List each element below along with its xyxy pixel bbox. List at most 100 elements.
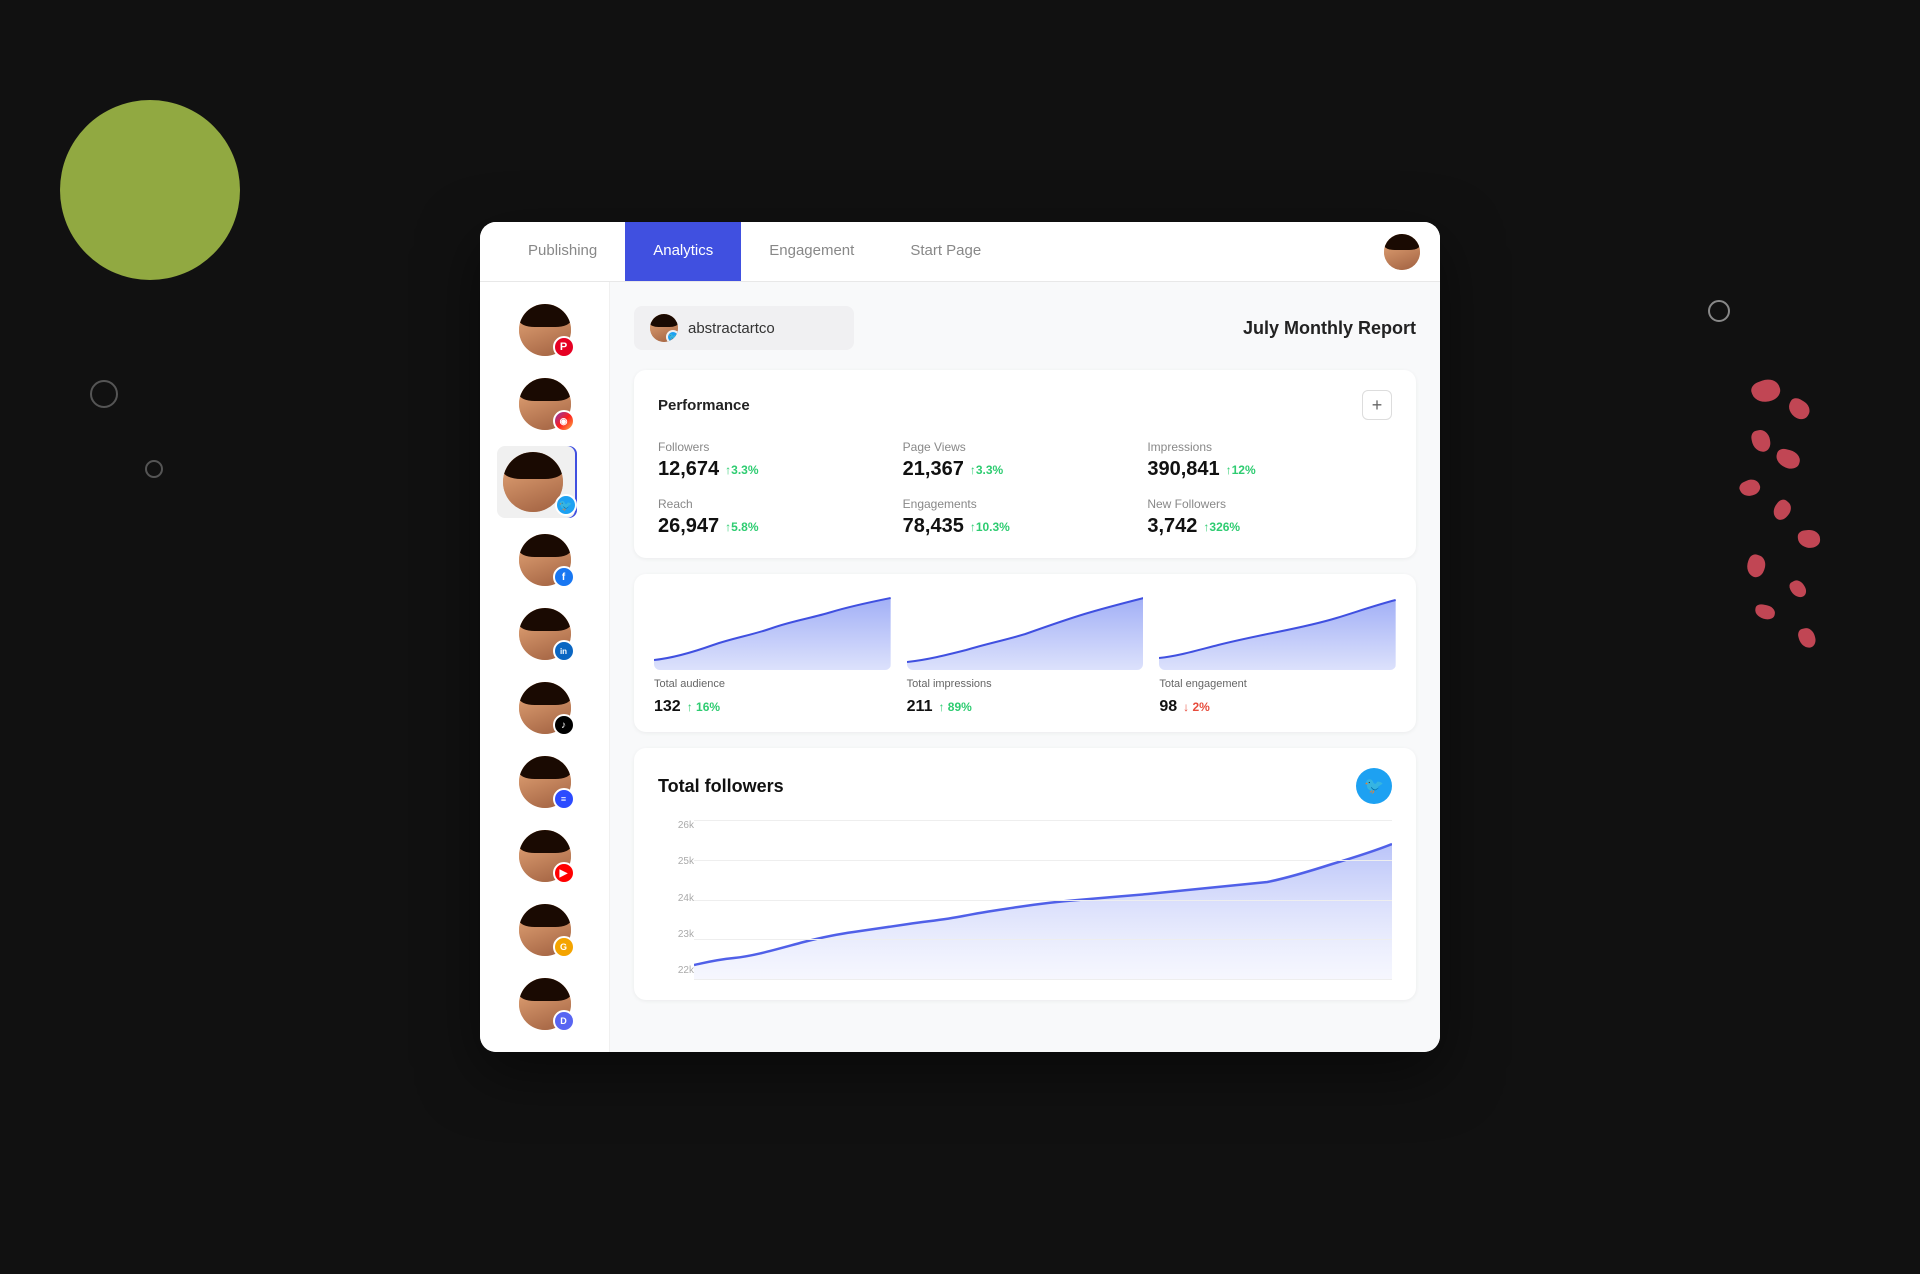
y-label-25k: 25k	[658, 856, 694, 867]
mini-chart-audience-label: Total audience	[654, 678, 891, 690]
top-nav: Publishing Analytics Engagement Start Pa…	[480, 222, 1440, 282]
mini-chart-impressions-change: ↑ 89%	[938, 700, 971, 714]
sidebar: P ◉ 🐦 f in	[480, 282, 610, 1052]
badge-linkedin: in	[553, 640, 575, 662]
mini-chart-impressions: Total impressions 211 ↑ 89%	[907, 590, 1144, 716]
account-twitter-indicator: 🐦	[666, 330, 678, 342]
metric-new-followers: New Followers 3,742 ↑326%	[1147, 497, 1392, 538]
sidebar-item-twitter[interactable]: 🐦	[497, 446, 577, 518]
badge-discord: D	[553, 1010, 575, 1032]
metric-new-followers-change: ↑326%	[1203, 520, 1240, 534]
bg-circle-1	[90, 380, 118, 408]
followers-chart-svg	[694, 820, 1392, 980]
mini-chart-impressions-label: Total impressions	[907, 678, 1144, 690]
sidebar-item-discord[interactable]: D	[513, 972, 577, 1036]
mini-chart-engagement-label: Total engagement	[1159, 678, 1396, 690]
mini-chart-engagement-change: ↓ 2%	[1183, 700, 1210, 714]
metric-reach-label: Reach	[658, 497, 903, 511]
metric-engagements: Engagements 78,435 ↑10.3%	[903, 497, 1148, 538]
badge-instagram: ◉	[553, 410, 575, 432]
mini-chart-impressions-value: 211	[907, 698, 933, 716]
metric-pageviews-label: Page Views	[903, 440, 1148, 454]
tab-publishing[interactable]: Publishing	[500, 222, 625, 282]
badge-tiktok: ♪	[553, 714, 575, 736]
badge-pinterest: P	[553, 336, 575, 358]
metric-new-followers-label: New Followers	[1147, 497, 1392, 511]
y-label-24k: 24k	[658, 893, 694, 904]
followers-chart-area	[694, 820, 1392, 980]
mini-chart-impressions-area	[907, 590, 1144, 670]
metric-followers-value: 12,674	[658, 458, 719, 481]
mini-chart-audience: Total audience 132 ↑ 16%	[654, 590, 891, 716]
account-name: abstractartco	[688, 320, 775, 337]
metric-followers: Followers 12,674 ↑3.3%	[658, 440, 903, 481]
metric-impressions-change: ↑12%	[1226, 463, 1256, 477]
mini-chart-engagement-area	[1159, 590, 1396, 670]
account-row: 🐦 abstractartco July Monthly Report	[634, 306, 1416, 350]
metric-new-followers-value: 3,742	[1147, 515, 1197, 538]
app-container: Publishing Analytics Engagement Start Pa…	[480, 222, 1440, 1052]
sidebar-item-pinterest[interactable]: P	[513, 298, 577, 362]
mini-chart-audience-value: 132	[654, 698, 681, 716]
y-label-22k: 22k	[658, 965, 694, 976]
metric-engagements-change: ↑10.3%	[970, 520, 1010, 534]
sidebar-item-facebook[interactable]: f	[513, 528, 577, 592]
mini-chart-engagement-value: 98	[1159, 698, 1177, 716]
twitter-icon-badge: 🐦	[1356, 768, 1392, 804]
metric-engagements-value: 78,435	[903, 515, 964, 538]
account-selector[interactable]: 🐦 abstractartco	[634, 306, 854, 350]
badge-youtube: ▶	[553, 862, 575, 884]
metric-engagements-label: Engagements	[903, 497, 1148, 511]
badge-facebook: f	[553, 566, 575, 588]
mini-chart-audience-area	[654, 590, 891, 670]
main-layout: P ◉ 🐦 f in	[480, 282, 1440, 1052]
account-avatar-img: 🐦	[650, 314, 678, 342]
bg-circle-2	[145, 460, 163, 478]
sidebar-item-instagram[interactable]: ◉	[513, 372, 577, 436]
metric-pageviews-value: 21,367	[903, 458, 964, 481]
metric-impressions-label: Impressions	[1147, 440, 1392, 454]
metric-reach: Reach 26,947 ↑5.8%	[658, 497, 903, 538]
performance-title: Performance	[658, 397, 750, 414]
performance-card-header: Performance +	[658, 390, 1392, 420]
metric-reach-value: 26,947	[658, 515, 719, 538]
mini-chart-audience-change: ↑ 16%	[687, 700, 720, 714]
performance-card: Performance + Followers 12,674 ↑3.3% Pag…	[634, 370, 1416, 558]
main-content: 🐦 abstractartco July Monthly Report Perf…	[610, 282, 1440, 1052]
sidebar-item-google[interactable]: G	[513, 898, 577, 962]
sidebar-item-youtube[interactable]: ▶	[513, 824, 577, 888]
tab-analytics[interactable]: Analytics	[625, 222, 741, 281]
bg-blobs	[1620, 380, 1820, 680]
bg-circle-3	[1708, 300, 1730, 322]
followers-card-header: Total followers 🐦	[658, 768, 1392, 804]
tab-start-page[interactable]: Start Page	[882, 222, 1009, 282]
metric-reach-change: ↑5.8%	[725, 520, 758, 534]
metrics-grid: Followers 12,674 ↑3.3% Page Views 21,367…	[658, 440, 1392, 538]
mini-chart-engagement: Total engagement 98 ↓ 2%	[1159, 590, 1396, 716]
bg-decoration-green	[60, 100, 240, 280]
avatar-twitter	[503, 452, 563, 512]
y-axis: 26k 25k 24k 23k 22k	[658, 820, 694, 980]
mini-charts-card: Total audience 132 ↑ 16%	[634, 574, 1416, 732]
y-label-23k: 23k	[658, 929, 694, 940]
sidebar-item-buffer[interactable]: ≡	[513, 750, 577, 814]
total-followers-card: Total followers 🐦 26k 25k 24k 23k 22k	[634, 748, 1416, 1000]
badge-twitter: 🐦	[555, 494, 577, 516]
metric-pageviews-change: ↑3.3%	[970, 463, 1003, 477]
metric-impressions-value: 390,841	[1147, 458, 1219, 481]
badge-buffer: ≡	[553, 788, 575, 810]
tab-engagement[interactable]: Engagement	[741, 222, 882, 282]
report-title: July Monthly Report	[1243, 318, 1416, 339]
add-metric-button[interactable]: +	[1362, 390, 1392, 420]
charts-grid: Total audience 132 ↑ 16%	[654, 590, 1396, 716]
followers-title: Total followers	[658, 776, 784, 797]
metric-followers-change: ↑3.3%	[725, 463, 758, 477]
user-avatar	[1384, 234, 1420, 270]
sidebar-item-linkedin[interactable]: in	[513, 602, 577, 666]
badge-google: G	[553, 936, 575, 958]
metric-followers-label: Followers	[658, 440, 903, 454]
y-label-26k: 26k	[658, 820, 694, 831]
nav-avatar[interactable]	[1384, 222, 1420, 281]
sidebar-item-tiktok[interactable]: ♪	[513, 676, 577, 740]
metric-pageviews: Page Views 21,367 ↑3.3%	[903, 440, 1148, 481]
